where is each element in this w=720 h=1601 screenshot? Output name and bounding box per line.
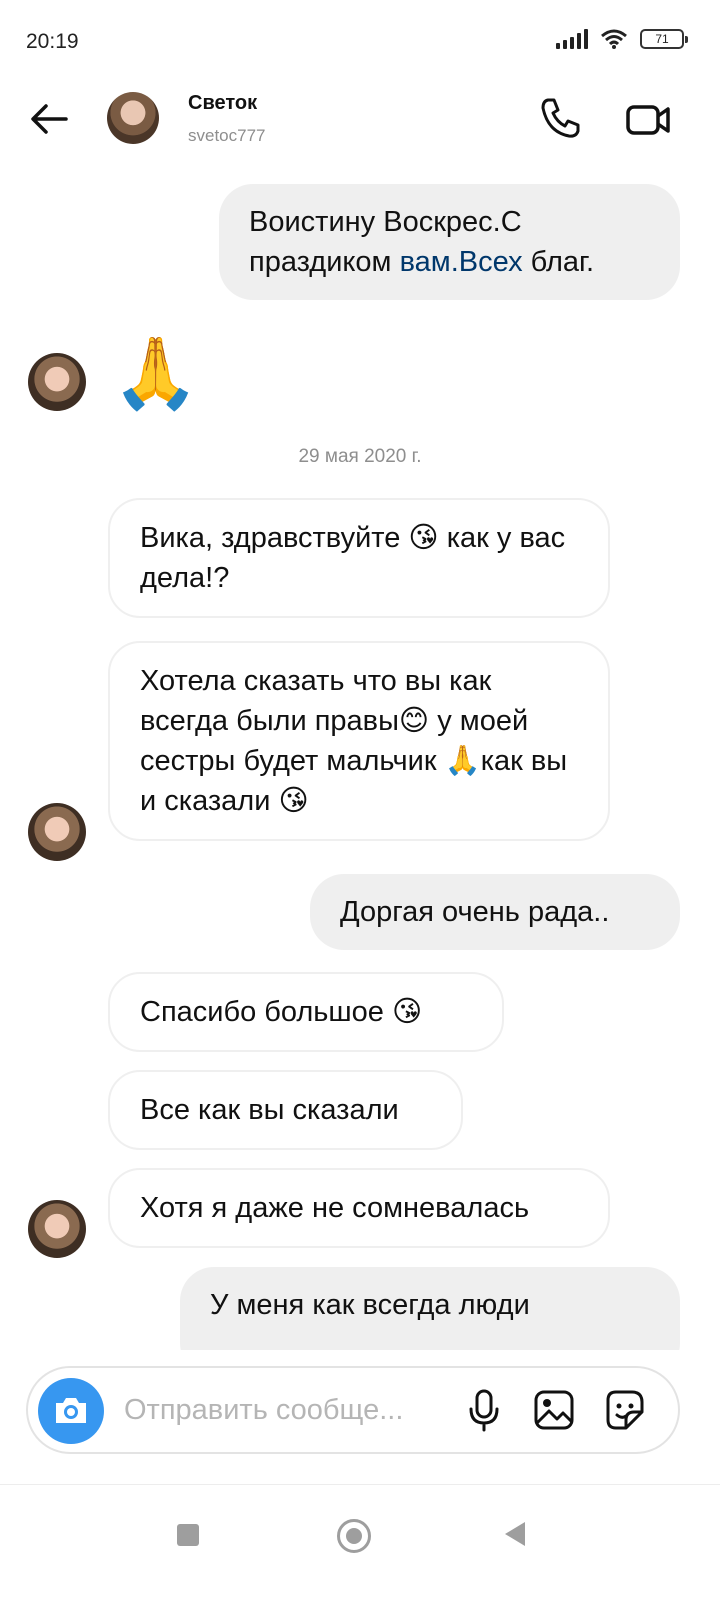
message-outgoing[interactable]: Воистину Воскрес.С праздиком вам.Всех бл… bbox=[219, 184, 680, 300]
wifi-icon bbox=[601, 29, 627, 49]
microphone-icon[interactable] bbox=[460, 1386, 508, 1434]
emoji-message[interactable]: 🙏 bbox=[112, 333, 199, 413]
battery-icon: 71 bbox=[640, 29, 688, 49]
message-incoming[interactable]: Хотя я даже не сомневалась bbox=[108, 1168, 610, 1248]
date-separator: 29 мая 2020 г. bbox=[298, 446, 422, 467]
avatar[interactable] bbox=[107, 92, 159, 144]
home-icon[interactable] bbox=[337, 1519, 371, 1553]
chat-header: Светок svetoc777 bbox=[0, 70, 720, 170]
message-incoming[interactable]: Спасибо большое 😘 bbox=[108, 972, 504, 1052]
avatar[interactable] bbox=[28, 353, 86, 411]
message-link[interactable]: вам.Всех bbox=[400, 246, 523, 278]
message-input[interactable]: Отправить сообще... bbox=[124, 1394, 403, 1427]
message-thread[interactable]: Воистину Воскрес.С праздиком вам.Всех бл… bbox=[0, 170, 720, 1350]
contact-username[interactable]: svetoc777 bbox=[188, 126, 266, 146]
message-composer[interactable]: Отправить сообще... bbox=[26, 1366, 680, 1454]
signal-icon bbox=[556, 29, 588, 49]
back-icon[interactable] bbox=[505, 1522, 525, 1546]
avatar[interactable] bbox=[28, 803, 86, 861]
arrow-left-icon[interactable] bbox=[26, 95, 74, 143]
system-nav-bar bbox=[0, 1484, 720, 1601]
contact-name[interactable]: Светок bbox=[188, 92, 257, 115]
sticker-icon[interactable] bbox=[600, 1386, 648, 1434]
message-incoming[interactable]: Вика, здравствуйте 😘 как у вас дела!? bbox=[108, 498, 610, 618]
avatar[interactable] bbox=[28, 1200, 86, 1258]
status-time: 20:19 bbox=[26, 30, 79, 53]
message-outgoing[interactable]: У меня как всегда люди bbox=[180, 1267, 680, 1350]
phone-icon[interactable] bbox=[536, 94, 584, 142]
camera-icon[interactable] bbox=[38, 1378, 104, 1444]
status-bar: 20:19 71 bbox=[0, 0, 720, 70]
message-incoming[interactable]: Все как вы сказали bbox=[108, 1070, 463, 1150]
gallery-icon[interactable] bbox=[530, 1386, 578, 1434]
video-camera-icon[interactable] bbox=[624, 96, 672, 144]
recent-apps-icon[interactable] bbox=[177, 1524, 199, 1546]
message-incoming[interactable]: Хотела сказать что вы как всегда были пр… bbox=[108, 641, 610, 841]
message-outgoing[interactable]: Доргая очень рада.. bbox=[310, 874, 680, 950]
